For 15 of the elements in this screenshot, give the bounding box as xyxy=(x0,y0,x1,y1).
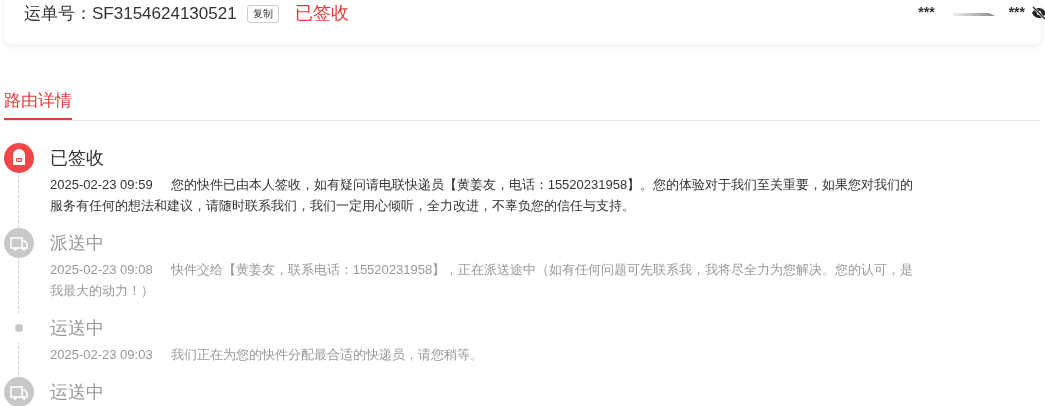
origin-text: *** xyxy=(918,3,935,22)
status-title: 派送中 xyxy=(50,231,105,255)
status-title: 运送中 xyxy=(50,316,105,340)
status-title: 运送中 xyxy=(50,380,105,404)
eye-slash-icon[interactable] xyxy=(1031,5,1045,20)
status-title: 已签收 xyxy=(50,146,105,170)
copy-button[interactable]: 复制 xyxy=(246,4,279,23)
waybill-number: SF3154624130521 xyxy=(92,2,237,25)
status-label: 已签收 xyxy=(294,2,349,25)
tab[interactable]: 路由详情 xyxy=(4,88,72,120)
waybill-label: 运单号： xyxy=(24,2,92,25)
event-entry: 2025-02-23 09:59 您的快件已由本人签收，如有疑问请电联快递员【黄姜友，电话：15520231958】。您的体验对于我们至关重要，如果您对我们的服务有任何的想法和建议，请随时联系我们，我们一定用心倾听，全力改进，不辜负您的信任与支持。 xyxy=(50,175,915,215)
destination-text: *** xyxy=(1008,3,1025,22)
event-entry: 2025-02-23 09:08 快件交给【黄姜友，联系电话：15520231958】，正在派送途中（如有任何问题可先联系我，我将尽全力为您解决。您的认可，是我最大的动力！） xyxy=(50,260,915,300)
event-entry: 2025-02-23 09:03 我们正在为您的快件分配最合适的快递员，请您稍等。 xyxy=(50,345,484,364)
